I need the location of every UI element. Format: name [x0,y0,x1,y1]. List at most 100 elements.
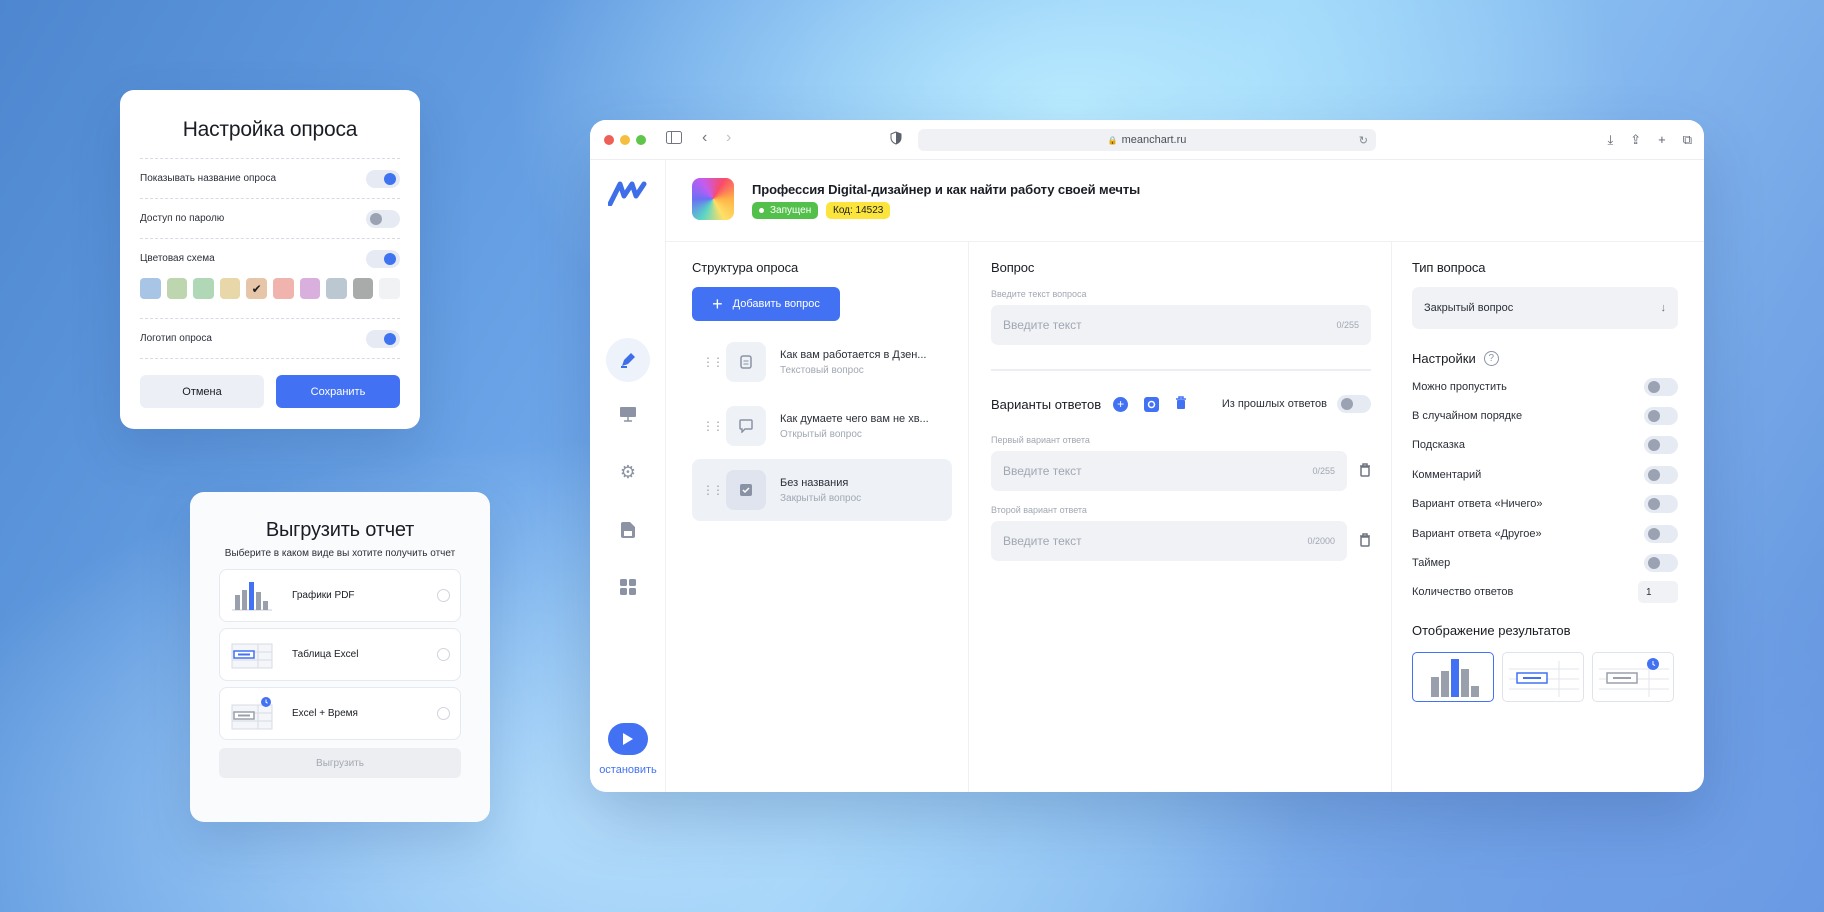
question-type-select[interactable]: Закрытый вопрос ↓ [1412,287,1678,329]
results-table-option[interactable] [1502,652,1584,703]
color-swatch[interactable] [352,278,374,299]
share-icon[interactable]: ⇪ [1630,132,1641,148]
sidebar-toggle-icon[interactable] [666,131,682,147]
export-option-radio[interactable] [437,589,450,602]
question-item[interactable]: ⋮⋮ Как вам работается в Дзен... Текстовый… [692,331,952,393]
question-item-selected[interactable]: ⋮⋮ Без названия Закрытый вопрос [692,459,952,521]
from-past-toggle[interactable] [1337,395,1371,413]
address-bar[interactable]: 🔒 meanchart.ru ↻ [918,129,1376,151]
maximize-window-button[interactable] [636,134,646,145]
color-swatch[interactable] [219,278,241,299]
apps-grid-icon[interactable] [612,571,644,603]
setting-toggle[interactable] [1644,554,1678,573]
logo-toggle[interactable] [366,329,400,348]
answer-input[interactable]: Введите текст 0/255 [991,451,1347,491]
color-swatch[interactable] [140,278,161,299]
code-badge: Код: 14523 [826,202,891,219]
drag-handle-icon[interactable]: ⋮⋮ [702,355,726,369]
cancel-button[interactable]: Отмена [140,375,264,408]
structure-column: Структура опроса + Добавить вопрос ⋮⋮ Как… [692,242,952,792]
gear-icon[interactable]: ⚙ [612,456,644,488]
setting-toggle[interactable] [1644,377,1678,396]
presentation-nav-icon[interactable] [612,398,644,430]
settings-row-logo: Логотип опроса [140,318,400,358]
results-table-time-option[interactable] [1592,652,1674,703]
answer-label: Второй вариант ответа [991,505,1087,515]
editor-nav-icon[interactable] [606,338,650,382]
setting-toggle[interactable] [1644,407,1678,426]
color-swatch[interactable] [272,278,294,299]
color-swatch[interactable] [326,278,347,299]
delete-answers-icon[interactable] [1175,395,1187,413]
back-icon[interactable]: ‹ [702,129,707,147]
color-swatch[interactable] [299,278,321,299]
save-button[interactable]: Сохранить [276,375,400,408]
question-title: Без названия [780,476,849,489]
color-swatch-selected[interactable]: ✔ [246,278,267,299]
settings-row-show-title: Показывать название опроса [140,158,400,198]
browser-toolbar: ‹ › 🔒 meanchart.ru ↻ ⤓ ⇪ + ⧉ [590,120,1704,160]
forward-icon[interactable]: › [726,129,731,147]
url-text: meanchart.ru [1121,134,1187,146]
export-option-excel-time[interactable]: Excel + Время [219,687,461,740]
show-title-toggle[interactable] [366,169,400,188]
export-report-card: Выгрузить отчет Выберите в каком виде вы… [190,492,490,822]
setting-row: В случайном порядке [1412,401,1678,430]
char-counter: 0/255 [1312,466,1335,476]
column-divider [968,242,969,792]
results-chart-option[interactable] [1412,652,1494,703]
color-scheme-toggle[interactable] [366,249,400,268]
answer-label: Первый вариант ответа [991,435,1090,445]
setting-toggle[interactable] [1644,436,1678,455]
from-past-label: Из прошлых ответов [1221,398,1327,410]
link-answer-icon[interactable] [1144,396,1160,412]
setting-toggle[interactable] [1644,465,1678,484]
structure-heading: Структура опроса [692,260,799,275]
table-clock-icon [230,696,274,731]
play-stop-button[interactable] [608,723,648,755]
export-option-radio[interactable] [437,648,450,661]
setting-row: Таймер [1412,548,1678,577]
section-divider [991,369,1371,371]
color-swatch[interactable] [379,278,400,299]
help-icon[interactable]: ? [1483,351,1499,366]
survey-title: Профессия Digital-дизайнер и как найти р… [752,182,1141,197]
type-heading: Тип вопроса [1412,260,1486,275]
trash-icon[interactable] [1359,462,1371,480]
drag-handle-icon[interactable]: ⋮⋮ [702,419,726,433]
export-option-excel[interactable]: Таблица Excel [219,628,461,681]
privacy-shield-icon[interactable] [890,131,902,148]
color-swatch[interactable] [193,278,214,299]
trash-icon[interactable] [1359,532,1371,550]
setting-toggle[interactable] [1644,524,1678,543]
download-button[interactable]: Выгрузить [219,748,461,778]
answer-input[interactable]: Введите текст 0/2000 [991,521,1347,561]
drag-handle-icon[interactable]: ⋮⋮ [702,483,726,497]
setting-toggle[interactable] [1644,495,1678,514]
closed-question-icon [726,470,766,510]
save-nav-icon[interactable] [612,514,644,546]
status-dot-icon [759,208,764,213]
download-icon[interactable]: ⤓ [1607,132,1613,148]
answers-count-input[interactable]: 1 [1638,581,1678,604]
question-title: Как вам работается в Дзен... [780,348,927,361]
tabs-overview-icon[interactable]: ⧉ [1683,132,1692,148]
color-swatch[interactable] [166,278,188,299]
password-toggle[interactable] [366,209,400,228]
survey-settings-card: Настройка опроса Показывать название опр… [120,90,420,429]
add-answer-icon[interactable]: + [1113,396,1129,412]
export-option-radio[interactable] [437,707,450,720]
new-tab-icon[interactable]: + [1658,132,1666,148]
question-field-label: Введите текст вопроса [991,289,1087,299]
close-window-button[interactable] [604,134,614,145]
question-text-input[interactable]: Введите текст 0/255 [991,305,1371,345]
add-question-button[interactable]: + Добавить вопрос [692,287,840,321]
export-option-label: Графики PDF [292,590,355,601]
question-item[interactable]: ⋮⋮ Как думаете чего вам не хв... Открытый… [692,395,952,457]
answers-header: Варианты ответов + Из прошлых ответов [991,395,1371,413]
export-option-pdf[interactable]: Графики PDF [219,569,461,622]
stop-label[interactable]: остановить [590,764,666,776]
reload-icon[interactable]: ↻ [1359,134,1368,147]
question-list: ⋮⋮ Как вам работается в Дзен... Текстовый… [692,331,952,521]
minimize-window-button[interactable] [620,134,630,145]
